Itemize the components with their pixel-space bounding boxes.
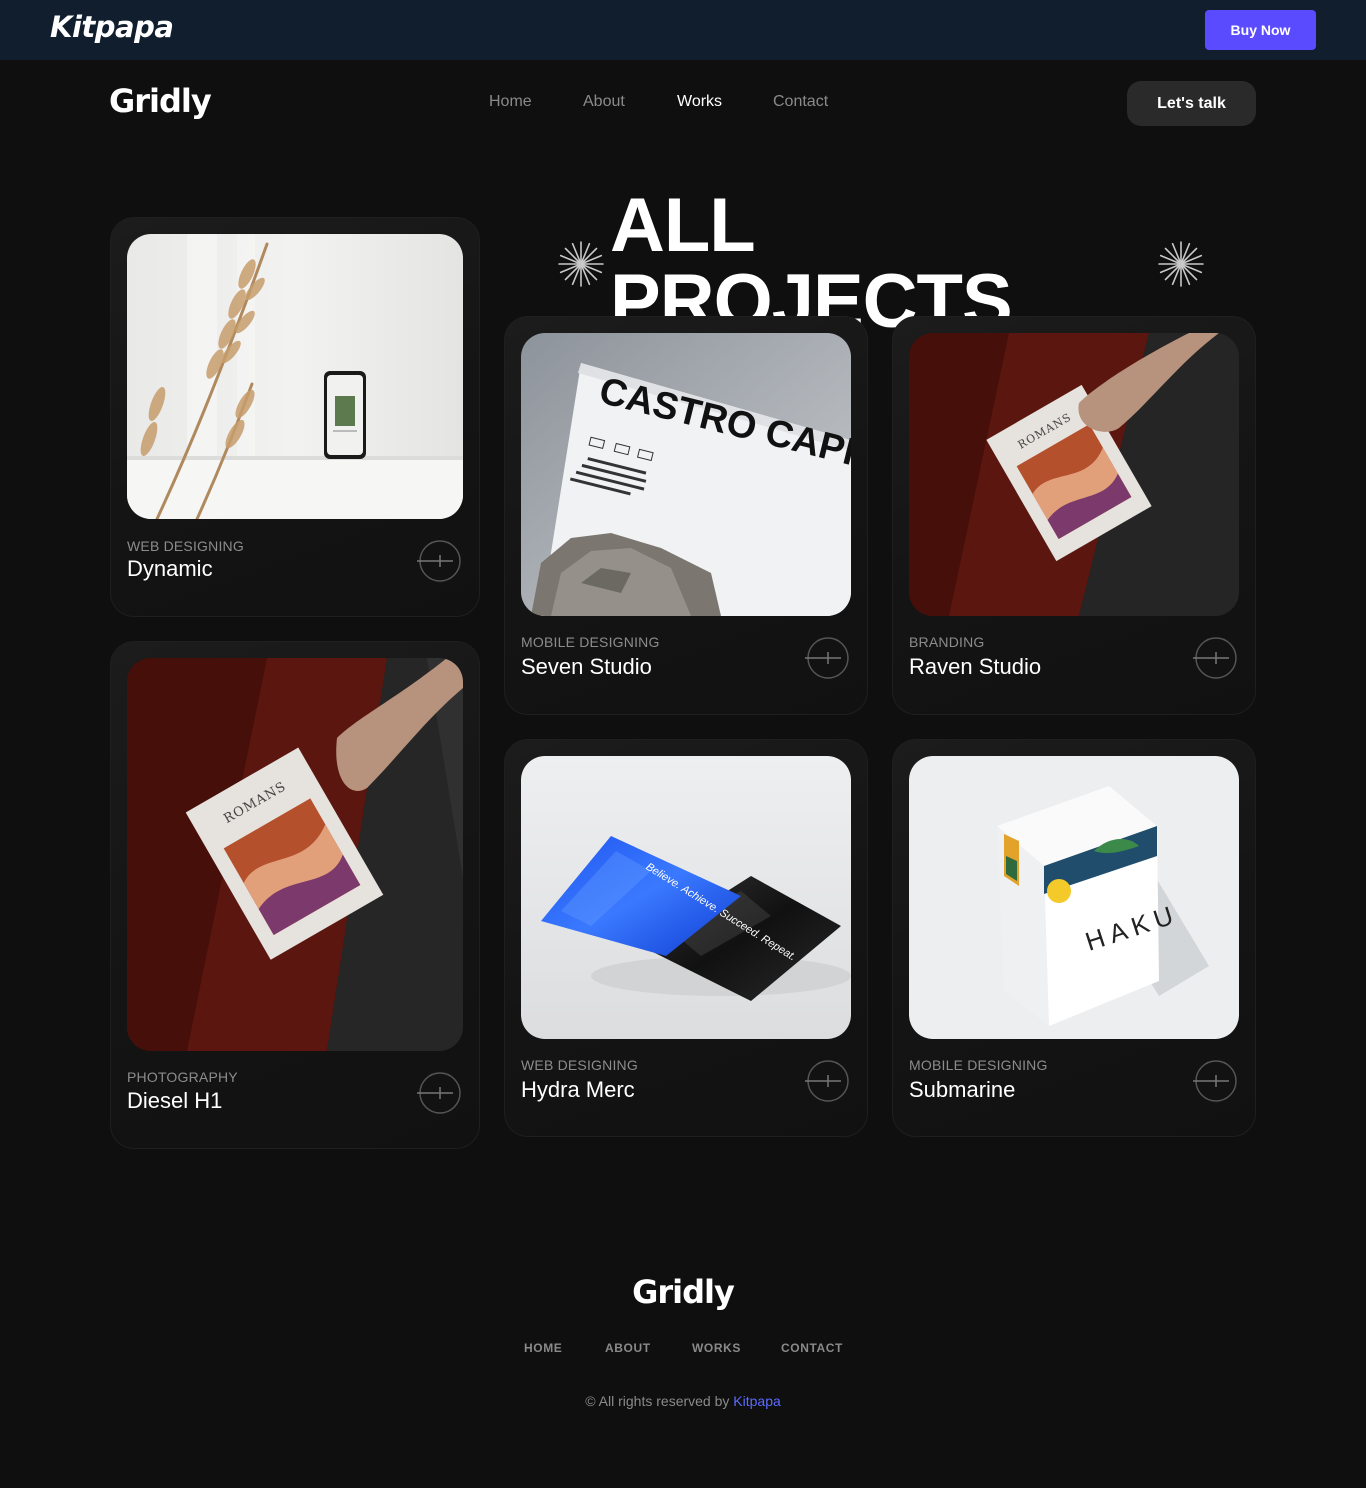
project-category: WEB DESIGNING <box>521 1057 638 1073</box>
project-category: PHOTOGRAPHY <box>127 1069 238 1085</box>
project-card-hydra-merc[interactable]: Believe. Achieve. Succeed. Repeat. WEB D… <box>504 739 868 1137</box>
project-image-romans-booklet: ROMANS <box>127 658 463 1051</box>
starburst-icon <box>1158 241 1204 287</box>
footer-nav-home[interactable]: HOME <box>524 1341 562 1355</box>
project-image-castro-letterhead: CASTRO CAPIT <box>521 333 851 616</box>
project-title: Dynamic <box>127 556 213 581</box>
project-title: Diesel H1 <box>127 1088 223 1113</box>
nav-home[interactable]: Home <box>489 93 532 111</box>
project-category: WEB DESIGNING <box>127 538 244 554</box>
gridly-logo[interactable]: Gridly <box>109 82 212 120</box>
project-image-phone-mockup <box>127 234 463 519</box>
open-project-icon[interactable] <box>1193 635 1239 681</box>
project-category: BRANDING <box>909 634 985 650</box>
project-title: Raven Studio <box>909 654 1042 679</box>
page-heading: ALL PROJECTS <box>556 188 1206 340</box>
project-card-raven-studio[interactable]: ROMANS BRANDING Raven Studio <box>892 316 1256 715</box>
copyright-text: © All rights reserved by <box>585 1393 730 1409</box>
footer-nav-works[interactable]: WORKS <box>692 1341 741 1355</box>
open-project-icon[interactable] <box>805 1058 851 1104</box>
project-title: Submarine <box>909 1077 1016 1102</box>
open-project-icon[interactable] <box>417 538 463 584</box>
project-title: Seven Studio <box>521 654 652 679</box>
project-category: MOBILE DESIGNING <box>521 634 660 650</box>
project-title: Hydra Merc <box>521 1077 635 1102</box>
lets-talk-button[interactable]: Let's talk <box>1127 81 1256 126</box>
project-card-submarine[interactable]: HAKU MOBILE DESIGNING Submarine <box>892 739 1256 1137</box>
open-project-icon[interactable] <box>805 635 851 681</box>
project-card-dynamic[interactable]: WEB DESIGNING Dynamic <box>110 217 480 617</box>
footer-logo[interactable]: Gridly <box>0 1273 1366 1311</box>
promo-bar: Kitpapa Buy Now <box>0 0 1366 60</box>
kitpapa-logo[interactable]: Kitpapa <box>50 10 174 44</box>
open-project-icon[interactable] <box>417 1070 463 1116</box>
starburst-icon <box>558 241 604 287</box>
open-project-icon[interactable] <box>1193 1058 1239 1104</box>
nav-works[interactable]: Works <box>677 93 722 111</box>
project-category: MOBILE DESIGNING <box>909 1057 1048 1073</box>
kitpapa-link[interactable]: Kitpapa <box>733 1393 780 1409</box>
copyright: © All rights reserved by Kitpapa <box>0 1393 1366 1409</box>
project-card-diesel-h1[interactable]: ROMANS PHOTOGRAPHY Diesel H1 <box>110 641 480 1149</box>
project-image-pouches: Believe. Achieve. Succeed. Repeat. <box>521 756 851 1039</box>
nav-about[interactable]: About <box>583 93 625 111</box>
buy-now-button[interactable]: Buy Now <box>1205 10 1316 50</box>
project-image-romans-booklet: ROMANS <box>909 333 1239 616</box>
project-image-haku-box: HAKU <box>909 756 1239 1039</box>
footer-nav-contact[interactable]: CONTACT <box>781 1341 843 1355</box>
footer-nav-about[interactable]: ABOUT <box>605 1341 651 1355</box>
project-card-seven-studio[interactable]: CASTRO CAPIT MOBILE DESIGNING Seven Stud… <box>504 316 868 715</box>
nav-contact[interactable]: Contact <box>773 93 828 111</box>
